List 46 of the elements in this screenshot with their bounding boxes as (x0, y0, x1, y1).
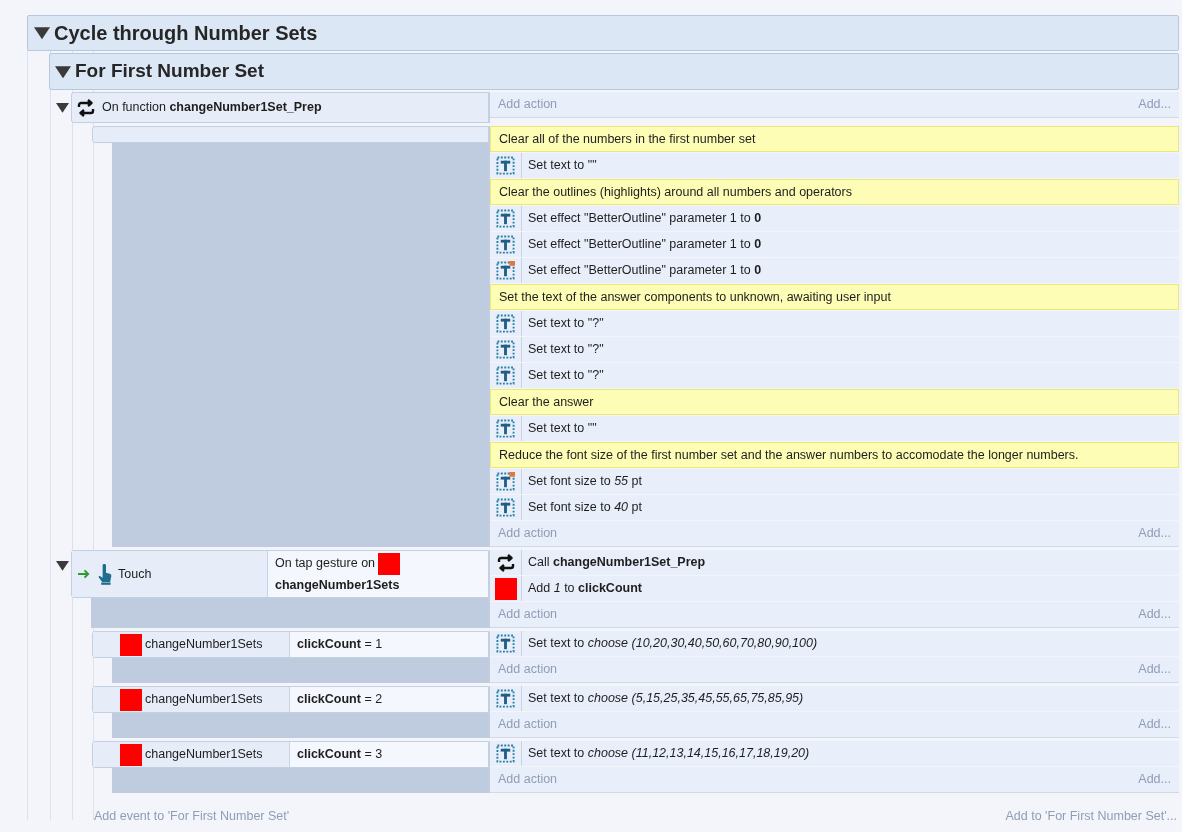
group-title[interactable]: For First Number Set (75, 57, 264, 86)
comment-text: Clear the answer (490, 389, 1179, 415)
text-object-icon (496, 744, 515, 763)
text-object-icon (496, 209, 515, 228)
object-name[interactable]: changeNumber1Sets (275, 574, 400, 596)
trigger-arrow-icon (78, 569, 91, 579)
text-object-icon (496, 340, 515, 359)
group-title[interactable]: Cycle through Number Sets (54, 18, 318, 48)
object-name[interactable]: Touch (118, 564, 152, 584)
edited-text-object-icon (496, 261, 515, 280)
comment-text: Clear all of the numbers in the first number set (490, 126, 1179, 152)
action-text[interactable]: Set font size to 55 pt (522, 472, 642, 491)
comment-text: Reduce the font size of the first number set and the answer numbers to accomodate the longer numbers. (490, 442, 1179, 468)
touch-hand-icon (97, 563, 112, 585)
text-object-icon (496, 419, 515, 438)
action-text[interactable]: Set font size to 40 pt (522, 498, 642, 517)
condition-text[interactable]: clickCount = 2 (297, 690, 383, 709)
action-text[interactable]: Set text to "?" (522, 340, 604, 359)
action-text[interactable]: Set text to "" (522, 156, 597, 175)
edited-text-object-icon (496, 472, 515, 491)
text-object-icon (496, 235, 515, 254)
condition-text[interactable]: clickCount = 1 (297, 635, 383, 654)
collapse-toggle-icon[interactable] (34, 25, 50, 41)
action-text[interactable]: Add 1 to clickCount (522, 579, 642, 598)
comment-text: Set the text of the answer components to unknown, awaiting user input (490, 284, 1179, 310)
text-object-icon (496, 689, 515, 708)
sprite-object-icon (494, 577, 517, 600)
collapse-toggle-icon[interactable] (56, 101, 69, 114)
condition-text[interactable]: clickCount = 3 (297, 745, 383, 764)
sprite-object-icon (378, 552, 401, 575)
sprite-object-icon (120, 633, 142, 656)
sprite-object-icon (120, 743, 142, 766)
collapse-toggle-icon[interactable] (56, 559, 69, 572)
sprite-object-icon (120, 688, 142, 711)
cycle-arrows-icon (76, 97, 96, 118)
text-object-icon (496, 366, 515, 385)
text-object-icon (496, 156, 515, 175)
action-text[interactable]: Set text to "?" (522, 366, 604, 385)
condition-text[interactable]: On tap gesture on (275, 553, 376, 574)
comment-text: Clear the outlines (highlights) around all numbers and operators (490, 179, 1179, 205)
cycle-arrows-icon (495, 552, 516, 573)
text-object-icon (496, 498, 515, 517)
action-text[interactable]: Set text to "?" (522, 314, 604, 333)
action-text[interactable]: Set text to "" (522, 419, 597, 438)
text-object-icon (496, 314, 515, 333)
text-object-icon (496, 634, 515, 653)
